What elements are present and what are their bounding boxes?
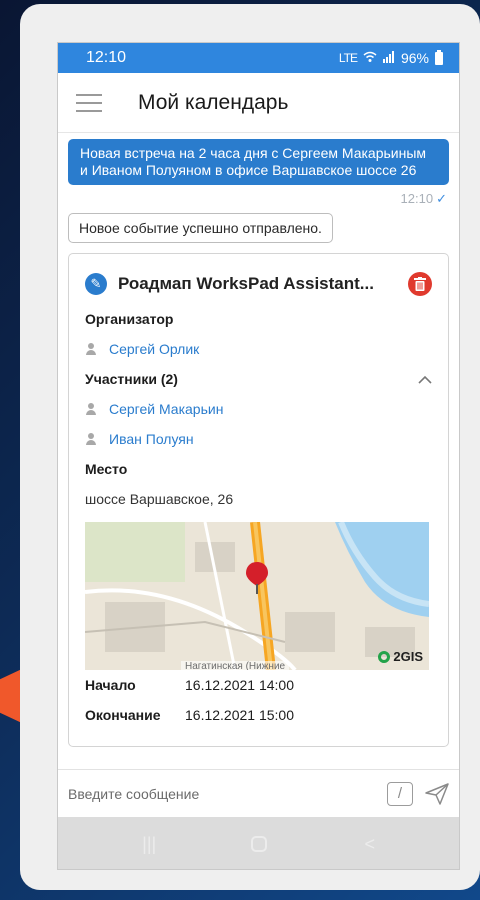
organizer-link[interactable]: Сергей Орлик	[85, 334, 432, 364]
participant-link[interactable]: Сергей Макарьин	[85, 394, 432, 424]
participant-name: Сергей Макарьин	[109, 401, 224, 417]
participants-label: Участники (2)	[85, 371, 178, 387]
battery-icon	[435, 49, 443, 65]
participant-link[interactable]: Иван Полуян	[85, 424, 432, 454]
delete-trash-icon[interactable]	[408, 272, 432, 296]
back-icon[interactable]: <	[350, 834, 390, 855]
map-street-caption: Нагатинская (Нижние	[181, 661, 290, 670]
person-icon	[85, 433, 97, 445]
phone-screen: 12:10 LTE 96% Мой календарь Новая встреч…	[57, 42, 460, 870]
recent-apps-icon[interactable]: |||	[129, 834, 169, 855]
chevron-up-icon[interactable]	[418, 371, 432, 387]
status-time: 12:10	[86, 49, 127, 66]
participants-header[interactable]: Участники (2)	[85, 364, 432, 394]
2gis-logo-icon	[378, 650, 391, 663]
system-nav-bar: ||| <	[58, 817, 459, 869]
message-meta: 12:10 ✓	[68, 191, 449, 207]
message-time: 12:10	[400, 191, 434, 206]
start-label: Начало	[85, 677, 136, 693]
organizer-name: Сергей Орлик	[109, 341, 200, 357]
event-header: ✎ Роадмап WorksPad Assistant...	[85, 264, 432, 304]
location-map[interactable]: Нагатинская (Нижние 2GIS	[85, 522, 429, 670]
double-check-icon: ✓	[436, 191, 447, 206]
app-bar: Мой календарь	[58, 73, 459, 133]
battery-percent: 96%	[400, 50, 429, 66]
send-icon[interactable]	[425, 782, 449, 805]
person-icon	[85, 403, 97, 415]
place-label: Место	[85, 461, 128, 477]
edit-pencil-icon[interactable]: ✎	[85, 273, 107, 295]
place-value: шоссе Варшавское, 26	[85, 491, 234, 507]
status-bar: 12:10 LTE 96%	[58, 43, 459, 73]
home-icon[interactable]	[251, 836, 268, 852]
message-input[interactable]	[68, 785, 387, 802]
outgoing-message[interactable]: Новая встреча на 2 часа дня с Сергеем Ма…	[68, 139, 449, 185]
end-value: 16.12.2021 15:00	[185, 707, 294, 723]
end-label: Окончание	[85, 707, 161, 723]
map-logo: 2GIS	[378, 649, 423, 664]
map-pin-icon	[246, 562, 268, 594]
end-row: Окончание 16.12.2021 15:00	[85, 700, 432, 730]
organizer-label: Организатор	[85, 311, 174, 327]
page-title: Мой календарь	[138, 90, 289, 114]
start-row: Начало 16.12.2021 14:00	[85, 670, 432, 700]
event-card: ✎ Роадмап WorksPad Assistant... Организа…	[68, 253, 449, 747]
person-icon	[85, 343, 97, 355]
message-composer: /	[58, 769, 459, 817]
signal-icon	[382, 50, 395, 66]
wifi-icon	[363, 50, 377, 66]
status-message: Новое событие успешно отправлено.	[68, 213, 333, 243]
participant-name: Иван Полуян	[109, 431, 194, 447]
chat-content: Новая встреча на 2 часа дня с Сергеем Ма…	[58, 133, 459, 747]
status-indicators: LTE 96%	[338, 49, 443, 66]
event-title: Роадмап WorksPad Assistant...	[118, 274, 374, 293]
hamburger-icon[interactable]	[76, 93, 102, 112]
command-slash-icon[interactable]: /	[387, 781, 413, 806]
network-label: LTE	[338, 51, 358, 65]
start-value: 16.12.2021 14:00	[185, 677, 294, 693]
